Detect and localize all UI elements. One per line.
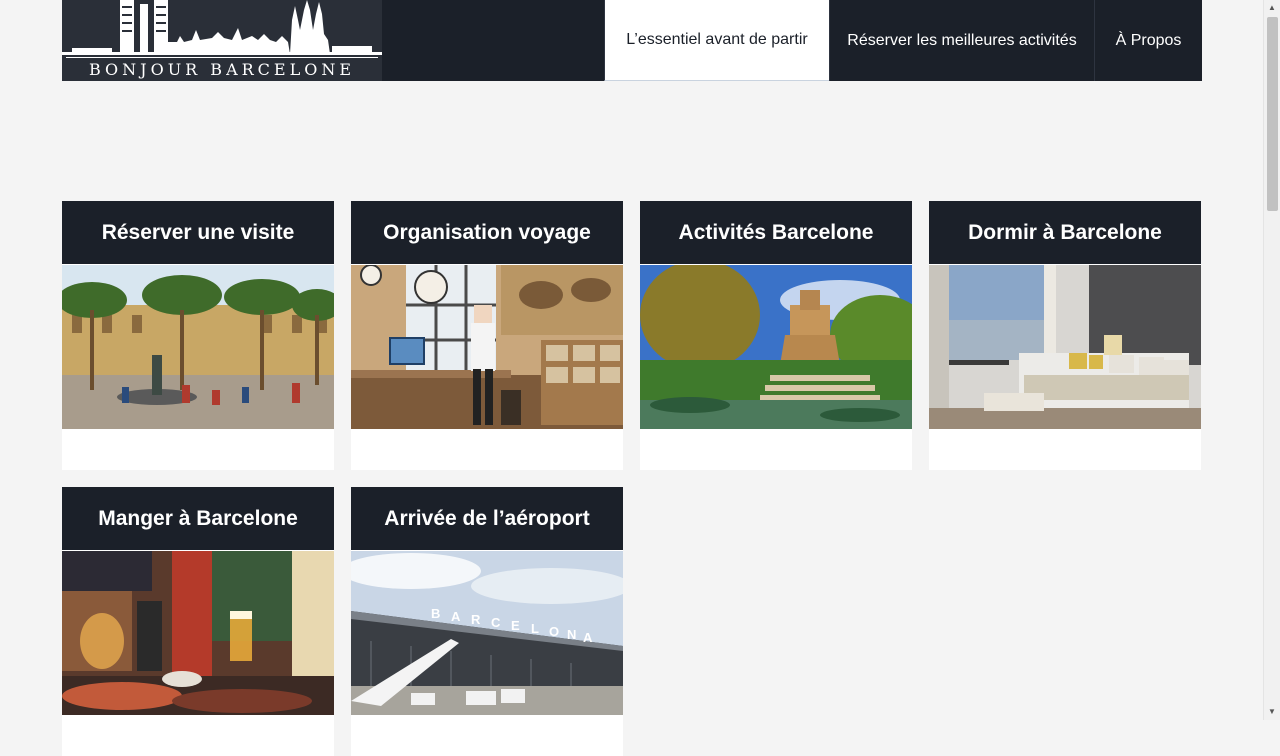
card-image-airport-terminal[interactable]: BAR CEL ONA xyxy=(351,551,623,715)
svg-text:A: A xyxy=(451,609,461,624)
svg-text:N: N xyxy=(567,627,576,642)
card-activites-barcelone[interactable]: Activités Barcelone xyxy=(640,201,912,470)
card-title[interactable]: Activités Barcelone xyxy=(640,201,912,265)
card-dormir-barcelone[interactable]: Dormir à Barcelone xyxy=(929,201,1201,470)
svg-text:O: O xyxy=(549,624,559,639)
card-image-tapas-bar[interactable] xyxy=(62,551,334,715)
svg-text:L: L xyxy=(531,621,539,636)
nav-item-reserver-activites[interactable]: Réserver les meilleures activités xyxy=(829,0,1094,81)
svg-text:C: C xyxy=(491,615,501,630)
card-title[interactable]: Arrivée de l’aéroport xyxy=(351,487,623,551)
scroll-up-arrow-icon[interactable]: ▲ xyxy=(1264,0,1280,16)
card-image-travel-planner[interactable] xyxy=(351,265,623,429)
card-image-parc-ciutadella[interactable] xyxy=(640,265,912,429)
nav-item-a-propos[interactable]: À Propos xyxy=(1094,0,1202,81)
card-image-plaza-real[interactable] xyxy=(62,265,334,429)
card-title[interactable]: Dormir à Barcelone xyxy=(929,201,1201,265)
card-organisation-voyage[interactable]: Organisation voyage xyxy=(351,201,623,470)
svg-text:E: E xyxy=(511,618,520,633)
page-scrollbar[interactable]: ▲ ▼ xyxy=(1263,0,1280,720)
card-reserver-visite[interactable]: Réserver une visite xyxy=(62,201,334,470)
main-nav: L’essentiel avant de partir Réserver les… xyxy=(604,0,1202,81)
site-logo[interactable]: BONJOUR BARCELONE xyxy=(62,0,382,81)
barcelona-skyline-icon xyxy=(62,0,382,55)
card-title[interactable]: Réserver une visite xyxy=(62,201,334,265)
scroll-down-arrow-icon[interactable]: ▼ xyxy=(1264,704,1280,720)
svg-text:A: A xyxy=(583,630,593,645)
scroll-thumb[interactable] xyxy=(1267,17,1278,211)
svg-text:R: R xyxy=(471,612,481,627)
site-header: BONJOUR BARCELONE L’essentiel avant de p… xyxy=(62,0,1202,81)
card-image-hotel-room[interactable] xyxy=(929,265,1201,429)
logo-divider xyxy=(66,57,378,58)
card-title[interactable]: Organisation voyage xyxy=(351,201,623,265)
card-title[interactable]: Manger à Barcelone xyxy=(62,487,334,551)
card-arrivee-aeroport[interactable]: Arrivée de l’aéroport BAR CEL ONA xyxy=(351,487,623,756)
logo-text: BONJOUR BARCELONE xyxy=(88,60,356,79)
nav-item-essentiel[interactable]: L’essentiel avant de partir xyxy=(604,0,829,81)
card-manger-barcelone[interactable]: Manger à Barcelone xyxy=(62,487,334,756)
svg-text:B: B xyxy=(431,606,440,621)
